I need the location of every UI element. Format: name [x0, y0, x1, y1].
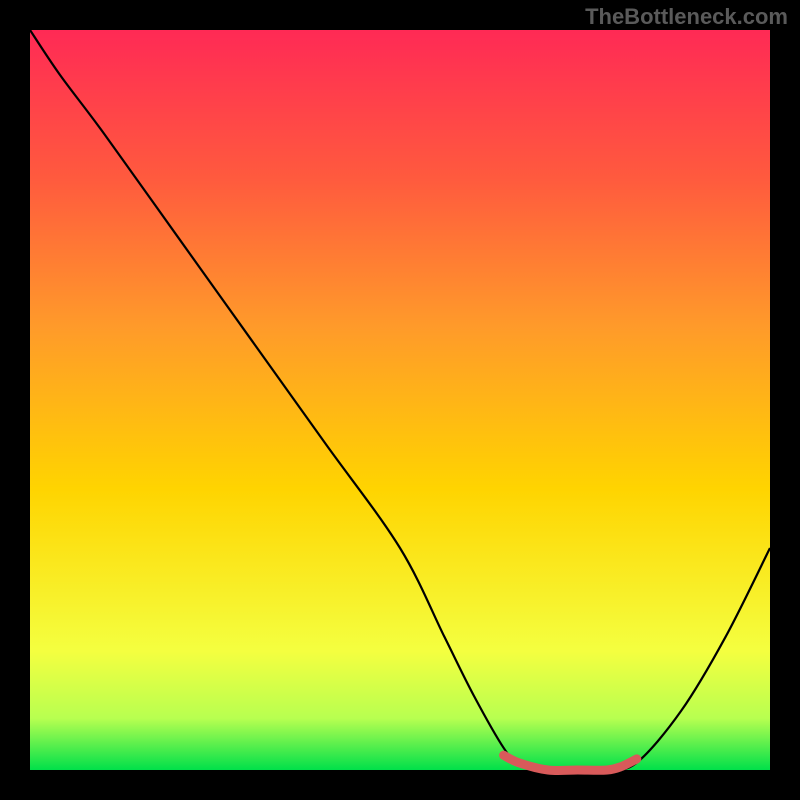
chart-container: TheBottleneck.com — [0, 0, 800, 800]
watermark-text: TheBottleneck.com — [585, 4, 788, 30]
plot-background — [30, 30, 770, 770]
bottleneck-chart — [0, 0, 800, 800]
